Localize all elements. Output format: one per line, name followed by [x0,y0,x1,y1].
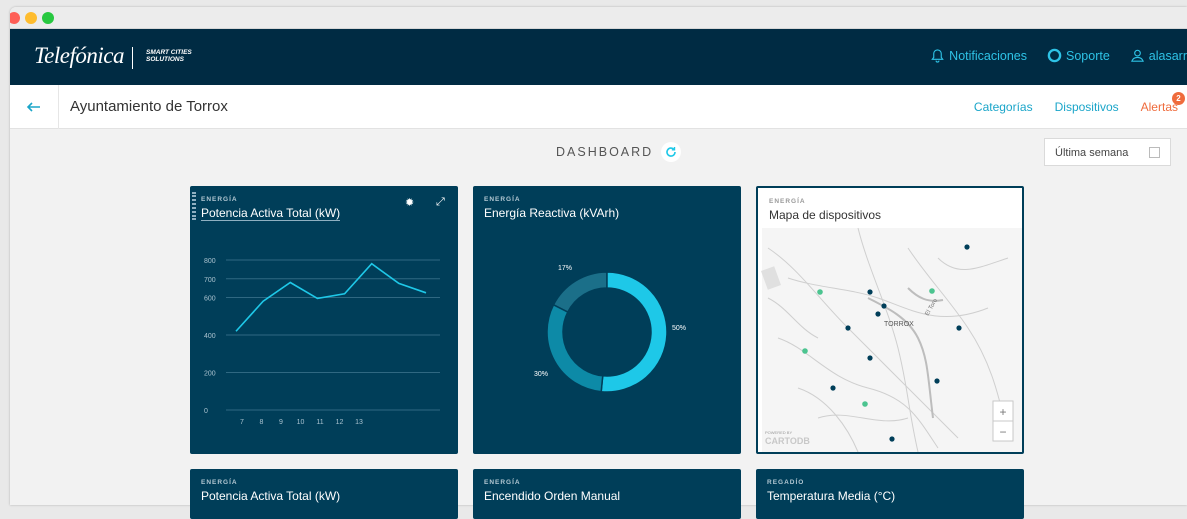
sub-header: Ayuntamiento de Torrox Categorías Dispos… [10,85,1187,129]
x-tick-label: 8 [260,419,264,426]
y-tick-label: 600 [204,296,216,303]
pie-slice[interactable] [546,303,604,393]
refresh-icon [666,147,676,157]
x-tick-label: 12 [336,419,344,426]
period-select[interactable]: Última semana [1044,138,1171,166]
logo-sub-line2: SOLUTIONS [146,56,184,63]
page-title: Ayuntamiento de Torrox [70,98,228,115]
lifebuoy-icon [1047,48,1062,63]
card-title: Temperatura Media (°C) [767,489,896,503]
back-arrow-icon[interactable] [24,97,42,115]
calendar-icon [1149,147,1160,158]
x-tick-label: 7 [240,419,244,426]
device-marker[interactable] [867,355,873,361]
zoom-out-button[interactable]: − [999,425,1006,439]
y-tick-label: 400 [204,333,216,340]
device-marker[interactable] [830,385,836,391]
devices-link[interactable]: Dispositivos [1055,100,1119,114]
device-marker[interactable] [934,378,940,384]
dashboard-heading: DASHBOARD [556,145,654,159]
divider [58,85,59,129]
maximize-window-button[interactable] [42,12,54,24]
slice-label: 17% [558,265,572,272]
notifications-label: Notificaciones [949,48,1027,63]
line-chart: 0 200 400 600 700 800 7 8 9 10 11 12 13 [204,258,440,426]
pie-slice[interactable] [552,271,608,314]
card-manual-switch[interactable]: ENERGÍA Encendido Orden Manual [473,469,741,519]
user-icon [1130,49,1144,62]
device-marker[interactable] [929,288,935,294]
window-titlebar [10,7,1187,29]
dashboard-title: DASHBOARD [556,142,682,162]
card-title: Potencia Activa Total (kW) [201,489,341,503]
slice-label: 50% [672,325,686,332]
refresh-button[interactable] [661,142,682,162]
device-marker[interactable] [802,348,808,354]
smart-cities-logo: SMART CITIES SOLUTIONS [146,49,192,63]
user-menu[interactable]: alasarr [1130,48,1187,63]
alerts-link[interactable]: Alertas 2 [1141,92,1185,114]
logo-sub-line1: SMART CITIES [146,49,192,56]
close-window-button[interactable] [10,12,20,24]
card-active-power[interactable]: ENERGÍA Potencia Activa Total (kW) ✹ ⤢ 0… [190,186,458,454]
period-value: Última semana [1055,147,1129,159]
bell-icon [931,49,944,63]
donut-chart: 17% 50% 30% [534,265,686,393]
alerts-badge: 2 [1172,92,1185,105]
zoom-in-button[interactable]: + [999,405,1006,419]
user-name: alasarr [1148,48,1187,63]
pie-slice[interactable] [600,271,668,393]
y-tick-label: 0 [204,408,208,415]
zoom-control: + − [992,400,1014,442]
device-marker[interactable] [817,289,823,295]
card-category: ENERGÍA [201,479,238,486]
categories-link[interactable]: Categorías [974,100,1033,114]
device-marker[interactable] [964,244,970,250]
attribution-top: POWERED BY [765,430,792,435]
y-tick-label: 700 [204,277,216,284]
device-marker[interactable] [889,436,895,442]
x-tick-label: 9 [279,419,283,426]
x-tick-label: 11 [316,419,323,426]
top-navigation: Telefónica SMART CITIES SOLUTIONS Notifi… [10,29,1187,85]
map-label-torrox: TORROX [884,321,914,328]
card-category: REGADÍO [767,479,805,486]
card-device-map[interactable]: ENERGÍA Mapa de dispositivos TORROX El T… [756,186,1024,454]
support-label: Soporte [1066,48,1110,63]
device-map[interactable]: TORROX El Toro + − POWERED BY CARTODB [758,188,1022,452]
device-marker[interactable] [867,289,873,295]
card-active-power-2[interactable]: ENERGÍA Potencia Activa Total (kW) [190,469,458,519]
card-average-temperature[interactable]: REGADÍO Temperatura Media (°C) [756,469,1024,519]
minimize-window-button[interactable] [25,12,37,24]
y-tick-label: 200 [204,371,216,378]
device-marker[interactable] [845,325,851,331]
x-tick-label: 13 [355,419,363,426]
notifications-link[interactable]: Notificaciones [930,48,1027,63]
device-marker[interactable] [956,325,962,331]
slice-label: 30% [534,371,548,378]
device-marker[interactable] [881,303,887,309]
device-marker[interactable] [862,401,868,407]
y-tick-label: 800 [204,258,216,265]
device-marker[interactable] [875,311,881,317]
telefonica-logo[interactable]: Telefónica [34,43,124,69]
x-tick-label: 10 [297,419,305,426]
card-category: ENERGÍA [484,479,521,486]
logo-divider [132,47,133,69]
card-title: Encendido Orden Manual [484,489,621,503]
cartodb-logo: CARTODB [765,436,810,446]
support-link[interactable]: Soporte [1047,48,1110,63]
card-reactive-energy[interactable]: ENERGÍA Energía Reactiva (kVArh) 17% 50% 3… [473,186,741,454]
